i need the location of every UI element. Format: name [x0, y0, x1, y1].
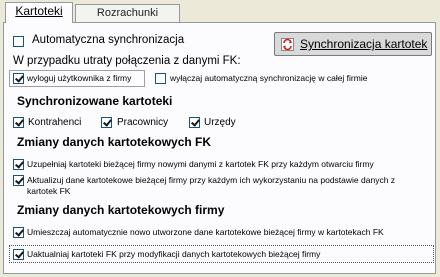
synchronize-cards-label: Synchronizacja kartotek	[300, 37, 428, 51]
place-new-data-checkbox[interactable]	[13, 227, 24, 238]
company-changes-heading: Zmiany danych kartotekowych firmy	[17, 203, 225, 217]
update-fk-cards-checkbox[interactable]	[13, 249, 24, 260]
fk-changes-heading: Zmiany danych kartotekowych FK	[17, 135, 212, 149]
tab-panel-kartoteki: Automatyczna synchronizacja Synchronizac…	[3, 22, 436, 274]
supplement-cards-label: Uzupełniaj kartoteki bieżącej firmy nowy…	[27, 159, 374, 169]
disable-auto-sync-checkbox[interactable]	[155, 73, 166, 84]
supplement-cards-checkbox[interactable]	[13, 159, 24, 170]
employees-label: Pracownicy	[117, 117, 169, 128]
offices-label: Urzędy	[204, 117, 236, 128]
contractors-label: Kontrahenci	[28, 117, 82, 128]
logout-user-label: wyloguj użytkownika z firmy	[27, 73, 132, 83]
employees-checkbox[interactable]	[101, 117, 112, 128]
tab-kartoteki[interactable]: Kartoteki	[5, 2, 73, 23]
logout-user-checkbox[interactable]	[13, 73, 24, 84]
tab-kartoteki-label: Kartoteki	[15, 4, 63, 18]
update-card-data-label-line2: kartotek FK	[27, 186, 71, 196]
tab-rozrachunki-label: Rozrachunki	[96, 7, 159, 19]
auto-sync-checkbox[interactable]	[13, 36, 24, 47]
tab-rozrachunki[interactable]: Rozrachunki	[75, 4, 180, 22]
disable-auto-sync-label: wyłączaj automatyczną synchronizację w c…	[170, 73, 368, 83]
sync-icon	[281, 37, 294, 51]
connection-loss-heading: W przypadku utraty połączenia z danymi F…	[13, 55, 241, 67]
synced-cards-heading: Synchronizowane kartoteki	[17, 94, 173, 108]
synchronize-cards-button[interactable]: Synchronizacja kartotek	[274, 32, 432, 56]
update-card-data-checkbox[interactable]	[13, 175, 24, 186]
auto-sync-label: Automatyczna synchronizacja	[32, 34, 185, 46]
contractors-checkbox[interactable]	[13, 117, 24, 128]
offices-checkbox[interactable]	[189, 117, 200, 128]
update-card-data-label-line1: Aktualizuj dane kartotekowe bieżącej fir…	[27, 175, 396, 185]
update-fk-cards-label: Uaktualniaj kartoteki FK przy modyfikacj…	[27, 249, 321, 259]
place-new-data-label: Umieszczaj automatycznie nowo utworzone …	[27, 227, 384, 237]
